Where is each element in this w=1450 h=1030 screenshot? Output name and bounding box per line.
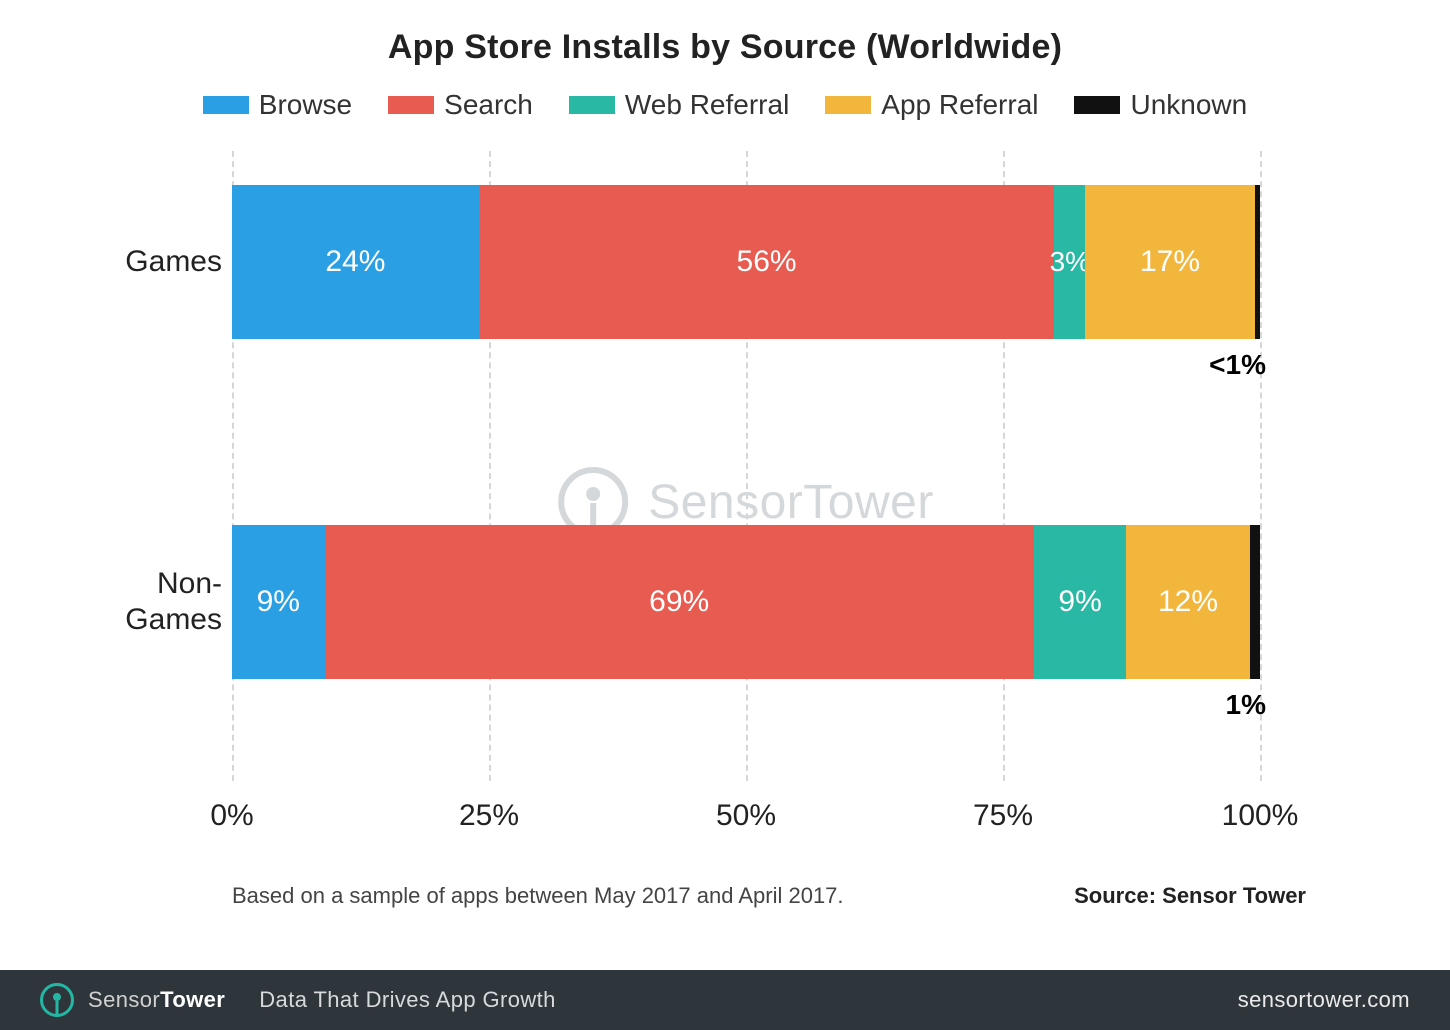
legend: Browse Search Web Referral App Referral … bbox=[72, 89, 1378, 121]
x-tick: 50% bbox=[716, 799, 776, 833]
segment-label: 56% bbox=[737, 245, 797, 279]
gridline bbox=[1260, 151, 1262, 781]
plot-area: SensorTower Games 24% 56% 3% 17% <1% Non… bbox=[232, 151, 1260, 781]
segment-label-unknown: <1% bbox=[1209, 349, 1266, 381]
stacked-bar: 9% 69% 9% 12% bbox=[232, 525, 1260, 679]
sensortower-logo-icon bbox=[40, 983, 74, 1017]
x-tick: 25% bbox=[459, 799, 519, 833]
y-category-label: Non-Games bbox=[72, 566, 222, 638]
legend-label: Unknown bbox=[1130, 89, 1247, 121]
brand-name-thin: Sensor bbox=[88, 987, 160, 1012]
x-tick: 0% bbox=[210, 799, 253, 833]
brand: SensorTower Data That Drives App Growth bbox=[40, 983, 556, 1017]
x-tick: 75% bbox=[973, 799, 1033, 833]
legend-item-unknown: Unknown bbox=[1074, 89, 1247, 121]
x-tick: 100% bbox=[1222, 799, 1299, 833]
legend-item-web-referral: Web Referral bbox=[569, 89, 789, 121]
tagline: Data That Drives App Growth bbox=[259, 987, 556, 1013]
segment-search: 56% bbox=[479, 185, 1055, 339]
segment-label: 9% bbox=[257, 585, 300, 619]
segment-label: 9% bbox=[1058, 585, 1101, 619]
segment-search: 69% bbox=[325, 525, 1034, 679]
legend-item-search: Search bbox=[388, 89, 533, 121]
swatch-icon bbox=[569, 96, 615, 114]
brand-name: SensorTower bbox=[88, 987, 225, 1013]
stacked-bar: 24% 56% 3% 17% bbox=[232, 185, 1260, 339]
legend-label: Search bbox=[444, 89, 533, 121]
segment-unknown bbox=[1250, 525, 1260, 679]
x-axis: 0% 25% 50% 75% 100% bbox=[232, 799, 1260, 859]
segment-label: 3% bbox=[1050, 246, 1090, 278]
swatch-icon bbox=[825, 96, 871, 114]
segment-label: 17% bbox=[1140, 245, 1200, 279]
footnote-source: Source: Sensor Tower bbox=[1074, 883, 1306, 909]
bar-row-games: Games 24% 56% 3% 17% <1% bbox=[232, 185, 1260, 339]
bar-row-non-games: Non-Games 9% 69% 9% 12% 1% bbox=[232, 525, 1260, 679]
swatch-icon bbox=[203, 96, 249, 114]
segment-label-unknown: 1% bbox=[1226, 689, 1266, 721]
legend-label: Web Referral bbox=[625, 89, 789, 121]
legend-label: Browse bbox=[259, 89, 352, 121]
y-category-label: Games bbox=[72, 244, 222, 280]
chart-title: App Store Installs by Source (Worldwide) bbox=[72, 28, 1378, 67]
chart-container: App Store Installs by Source (Worldwide)… bbox=[72, 0, 1378, 909]
brand-name-bold: Tower bbox=[160, 987, 225, 1012]
segment-unknown bbox=[1255, 185, 1260, 339]
legend-item-app-referral: App Referral bbox=[825, 89, 1038, 121]
watermark-text: SensorTower bbox=[648, 475, 934, 530]
segment-label: 24% bbox=[325, 245, 385, 279]
segment-browse: 24% bbox=[232, 185, 479, 339]
site-url: sensortower.com bbox=[1238, 987, 1410, 1013]
segment-label: 69% bbox=[649, 585, 709, 619]
footnote-sample: Based on a sample of apps between May 20… bbox=[232, 883, 844, 909]
footnotes: Based on a sample of apps between May 20… bbox=[232, 883, 1306, 909]
swatch-icon bbox=[388, 96, 434, 114]
segment-web-referral: 3% bbox=[1054, 185, 1085, 339]
segment-app-referral: 17% bbox=[1085, 185, 1255, 339]
segment-browse: 9% bbox=[232, 525, 325, 679]
segment-label: 12% bbox=[1158, 585, 1218, 619]
swatch-icon bbox=[1074, 96, 1120, 114]
segment-web-referral: 9% bbox=[1034, 525, 1127, 679]
legend-item-browse: Browse bbox=[203, 89, 352, 121]
legend-label: App Referral bbox=[881, 89, 1038, 121]
bottom-bar: SensorTower Data That Drives App Growth … bbox=[0, 970, 1450, 1030]
segment-app-referral: 12% bbox=[1126, 525, 1249, 679]
